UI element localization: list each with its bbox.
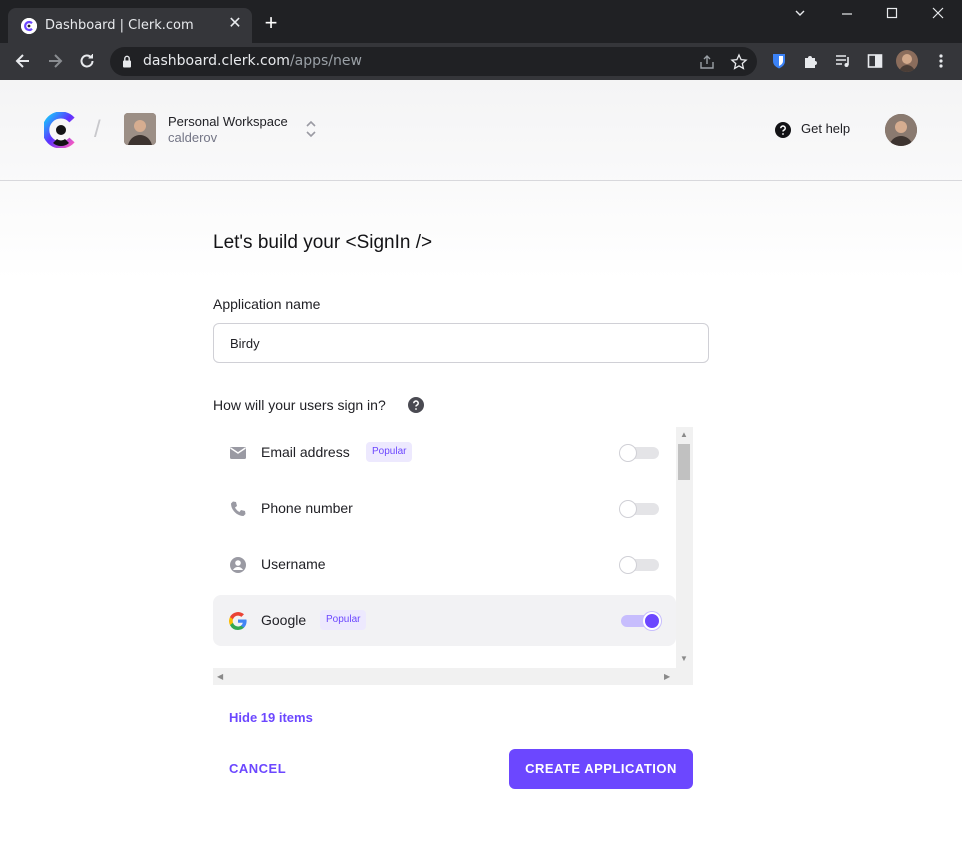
- scroll-left-arrow-icon[interactable]: ◀: [217, 672, 223, 681]
- media-control-icon[interactable]: [834, 52, 852, 70]
- popular-badge: Popular: [320, 610, 367, 630]
- help-circle-icon[interactable]: [408, 397, 424, 413]
- list-item[interactable]: Phone number: [213, 483, 676, 534]
- scrollbar-thumb[interactable]: [678, 444, 690, 480]
- browser-tab[interactable]: Dashboard | Clerk.com ✕: [8, 8, 252, 43]
- app-header: / Personal Workspace calderov Get help: [0, 80, 962, 181]
- workspace-username: calderov: [168, 130, 218, 145]
- new-tab-icon[interactable]: +: [262, 12, 280, 34]
- switch-workspace-chevrons-icon[interactable]: [304, 118, 318, 140]
- signin-options-list[interactable]: Email address Popular Phone number Usern…: [213, 427, 693, 685]
- list-item[interactable]: Username: [213, 539, 676, 590]
- phone-icon: [229, 500, 247, 518]
- hide-items-link[interactable]: Hide 19 items: [229, 710, 313, 725]
- tab-title: Dashboard | Clerk.com: [45, 18, 194, 33]
- username-toggle[interactable]: [619, 556, 661, 574]
- browser-titlebar: Dashboard | Clerk.com ✕ +: [0, 0, 962, 43]
- help-circle-icon[interactable]: [775, 122, 791, 138]
- back-arrow-icon[interactable]: [13, 51, 33, 71]
- share-icon[interactable]: [698, 53, 716, 71]
- minimize-icon[interactable]: [832, 6, 862, 26]
- option-label: Google: [261, 612, 307, 628]
- star-icon[interactable]: [730, 53, 748, 71]
- maximize-icon[interactable]: [877, 6, 907, 26]
- bitwarden-icon[interactable]: [770, 52, 788, 70]
- option-label: Phone number: [261, 500, 353, 516]
- get-help-link[interactable]: Get help: [801, 121, 850, 136]
- scroll-down-arrow-icon[interactable]: ▼: [680, 654, 688, 663]
- url-text: dashboard.clerk.com/apps/new: [143, 53, 362, 69]
- forward-arrow-icon[interactable]: [45, 51, 65, 71]
- cancel-button[interactable]: CANCEL: [229, 761, 286, 776]
- address-bar[interactable]: dashboard.clerk.com/apps/new: [110, 47, 757, 76]
- user-avatar[interactable]: [885, 114, 917, 146]
- list-item[interactable]: Google Popular: [213, 595, 676, 646]
- phone-toggle[interactable]: [619, 500, 661, 518]
- google-icon: [229, 612, 247, 630]
- horizontal-scrollbar[interactable]: ◀ ▶: [213, 668, 693, 685]
- clerk-favicon-icon: [21, 18, 37, 34]
- reload-icon[interactable]: [77, 51, 97, 71]
- close-window-icon[interactable]: [923, 6, 953, 26]
- page-title: Let's build your <SignIn />: [213, 232, 433, 253]
- create-application-button[interactable]: CREATE APPLICATION: [509, 749, 693, 789]
- extensions-puzzle-icon[interactable]: [802, 52, 820, 70]
- page-content: / Personal Workspace calderov Get help L…: [0, 80, 962, 862]
- tab-search-icon[interactable]: [785, 6, 815, 26]
- scroll-up-arrow-icon[interactable]: ▲: [680, 430, 688, 439]
- popular-badge: Popular: [366, 442, 413, 462]
- mail-icon: [229, 444, 247, 462]
- signin-methods-label: How will your users sign in?: [213, 397, 386, 413]
- close-tab-icon[interactable]: ✕: [226, 15, 244, 33]
- vertical-scrollbar[interactable]: ▲ ▼: [676, 427, 693, 668]
- user-circle-icon: [229, 556, 247, 574]
- google-toggle[interactable]: [619, 612, 661, 630]
- workspace-name[interactable]: Personal Workspace: [168, 114, 288, 129]
- application-name-label: Application name: [213, 296, 321, 312]
- option-label: Email address: [261, 444, 350, 460]
- list-item[interactable]: Email address Popular: [213, 427, 676, 478]
- workspace-avatar[interactable]: [124, 113, 156, 145]
- application-name-input[interactable]: [213, 323, 709, 363]
- lock-icon: [122, 55, 132, 73]
- clerk-logo-icon[interactable]: [42, 111, 78, 149]
- more-menu-icon[interactable]: [932, 52, 950, 70]
- browser-toolbar: dashboard.clerk.com/apps/new: [0, 43, 962, 80]
- profile-avatar-icon[interactable]: [896, 50, 918, 72]
- side-panel-icon[interactable]: [866, 52, 884, 70]
- breadcrumb-separator: /: [94, 116, 101, 143]
- option-label: Username: [261, 556, 326, 572]
- email-toggle[interactable]: [619, 444, 661, 462]
- scroll-right-arrow-icon[interactable]: ▶: [664, 672, 670, 681]
